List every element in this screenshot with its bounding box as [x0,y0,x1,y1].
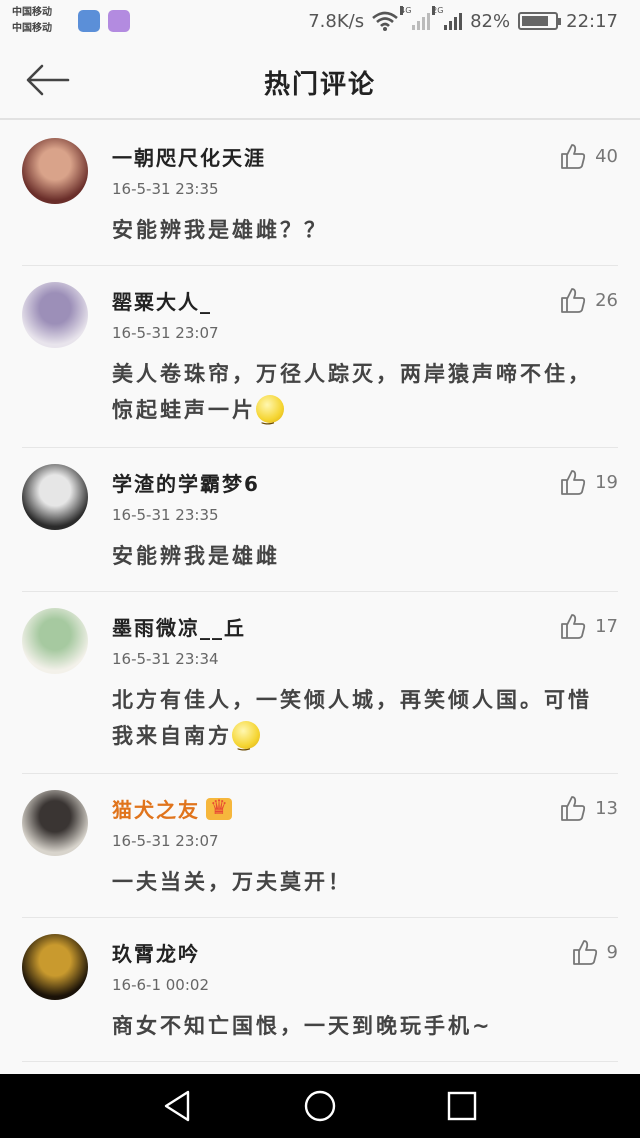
like-button[interactable]: 26 [559,286,618,314]
comment-author[interactable]: 学渣的学霸梦6 [112,468,260,497]
avatar[interactable] [22,138,88,204]
thumbs-up-icon[interactable] [559,612,587,640]
comment-body: 北方有佳人，一笑倾人城，再笑倾人国。可惜我来自南方 [112,688,592,748]
comment-time: 16-5-31 23:07 [112,324,219,342]
comment-time: 16-5-31 23:35 [112,180,219,198]
like-count: 13 [595,797,618,819]
like-button[interactable]: 9 [571,938,618,966]
comment-text: 美人卷珠帘，万径人踪灭，两岸猿声啼不住，惊起蛙声一片 [112,356,602,435]
like-button[interactable]: 17 [559,612,618,640]
comment-text: 一夫当关，万夫莫开！ [112,864,602,900]
comment-list: 一朝咫尺化天涯 16-5-31 23:35 安能辨我是雄雌？？ 40 罂粟大人_… [0,122,640,1062]
comment-author[interactable]: 罂粟大人_ [112,286,212,315]
comment-time: 16-6-1 00:02 [112,976,209,994]
nav-back-icon[interactable] [160,1088,196,1124]
shield-app-icon [78,10,100,32]
author-name[interactable]: 罂粟大人_ [112,290,212,314]
avatar[interactable] [22,934,88,1000]
comment-item[interactable]: 罂粟大人_ 16-5-31 23:07 美人卷珠帘，万径人踪灭，两岸猿声啼不住，… [22,266,618,448]
like-button[interactable]: 13 [559,794,618,822]
like-count: 40 [595,145,618,167]
signal-4g-icon: 4G [400,6,431,30]
battery-level [522,16,549,26]
avatar[interactable] [22,464,88,530]
comment-body: 商女不知亡国恨，一天到晚玩手机~ [112,1014,493,1038]
comment-item[interactable]: 玖霄龙吟 16-6-1 00:02 商女不知亡国恨，一天到晚玩手机~ 9 [22,918,618,1062]
comment-body: 安能辨我是雄雌 [112,544,280,568]
wifi-icon [372,11,398,31]
smile-emoji-icon [232,721,260,761]
app-header: 热门评论 [0,42,640,120]
battery-icon [518,12,562,30]
avatar[interactable] [22,282,88,348]
comment-item[interactable]: 学渣的学霸梦6 16-5-31 23:35 安能辨我是雄雌 19 [22,448,618,592]
thumbs-up-icon[interactable] [559,468,587,496]
like-button[interactable]: 19 [559,468,618,496]
author-name[interactable]: 墨雨微凉__丘 [112,616,246,640]
comment-text: 安能辨我是雄雌？？ [112,212,602,248]
comment-author[interactable]: 玖霄龙吟 [112,938,200,967]
author-name[interactable]: 一朝咫尺化天涯 [112,146,266,170]
comment-text: 北方有佳人，一笑倾人城，再笑倾人国。可惜我来自南方 [112,682,602,761]
like-count: 9 [606,941,618,963]
thumbs-up-icon[interactable] [559,142,587,170]
avatar[interactable] [22,608,88,674]
comment-body: 一夫当关，万夫莫开！ [112,870,352,894]
page-title: 热门评论 [263,70,376,100]
network-speed: 7.8K/s [308,10,365,32]
nav-home-icon[interactable] [302,1088,338,1124]
smile-emoji-icon [256,395,284,435]
comment-time: 16-5-31 23:07 [112,832,219,850]
author-name[interactable]: 玖霄龙吟 [112,942,200,966]
comment-item[interactable]: 墨雨微凉__丘 16-5-31 23:34 北方有佳人，一笑倾人城，再笑倾人国。… [22,592,618,774]
network-4g-label: 4G [400,6,412,15]
author-name[interactable]: 学渣的学霸梦6 [112,472,260,496]
crown-badge-icon [206,795,232,820]
comment-time: 16-5-31 23:35 [112,506,219,524]
carrier-2: 中国移动 [12,23,52,34]
comment-author[interactable]: 猫犬之友 [112,794,232,823]
thumbs-up-icon[interactable] [571,938,599,966]
comment-body: 美人卷珠帘，万径人踪灭，两岸猿声啼不住，惊起蛙声一片 [112,362,592,422]
like-count: 19 [595,471,618,493]
thumbs-up-icon[interactable] [559,286,587,314]
gallery-app-icon [108,10,130,32]
like-count: 26 [595,289,618,311]
comment-text: 安能辨我是雄雌 [112,538,602,574]
clock: 22:17 [566,10,618,32]
system-nav-bar [0,1074,640,1138]
status-right: 7.8K/s 4G 2G 82% 22:17 [308,6,618,33]
comment-body: 安能辨我是雄雌？？ [112,218,328,242]
network-2g-label: 2G [432,6,444,15]
thumbs-up-icon[interactable] [559,794,587,822]
status-bar: 中国移动 中国移动 7.8K/s 4G 2G 82% 22:17 [0,0,640,42]
signal-2g-icon: 2G [432,6,463,30]
comment-text: 商女不知亡国恨，一天到晚玩手机~ [112,1008,602,1044]
like-button[interactable]: 40 [559,142,618,170]
like-count: 17 [595,615,618,637]
carrier-1: 中国移动 [12,7,52,18]
nav-recent-icon[interactable] [444,1088,480,1124]
comment-author[interactable]: 一朝咫尺化天涯 [112,142,266,171]
battery-percent: 82% [470,10,511,32]
comment-item[interactable]: 猫犬之友 16-5-31 23:07 一夫当关，万夫莫开！ 13 [22,774,618,918]
author-name[interactable]: 猫犬之友 [112,798,200,822]
carrier-labels: 中国移动 中国移动 [12,5,52,37]
comment-time: 16-5-31 23:34 [112,650,219,668]
comment-author[interactable]: 墨雨微凉__丘 [112,612,246,641]
avatar[interactable] [22,790,88,856]
comment-item[interactable]: 一朝咫尺化天涯 16-5-31 23:35 安能辨我是雄雌？？ 40 [22,122,618,266]
